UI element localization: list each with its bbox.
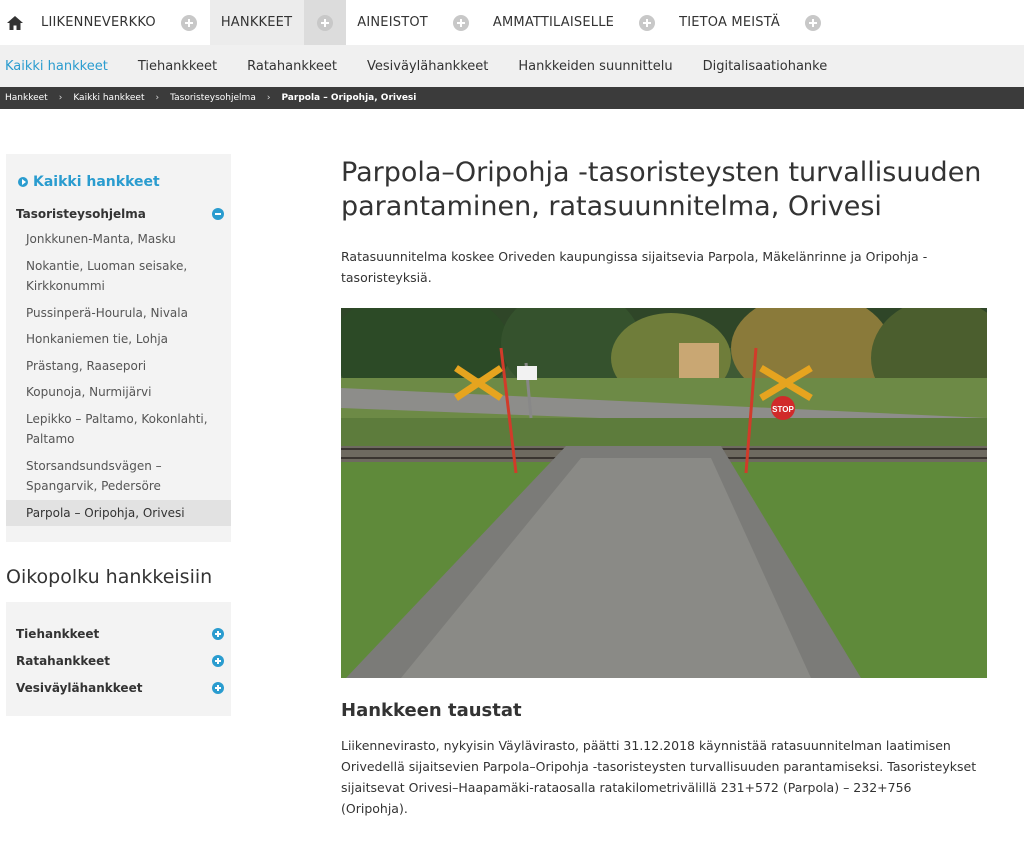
subnav-item-vesivaylahankkeet[interactable]: Vesiväylähankkeet <box>367 59 488 74</box>
shortcut-item-ratahankkeet[interactable]: Ratahankkeet <box>6 647 231 674</box>
sidebar-item[interactable]: Honkaniemen tie, Lohja <box>6 326 231 353</box>
sidebar-item[interactable]: Pussinperä-Hourula, Nivala <box>6 300 231 327</box>
expand-ammattilaiselle-button[interactable] <box>626 0 668 45</box>
expand-plus-icon[interactable] <box>212 654 224 667</box>
breadcrumb-item[interactable]: Tasoristeysohjelma <box>170 93 256 103</box>
sidebar-back-link[interactable]: Kaikki hankkeet <box>6 154 231 194</box>
sidebar-list: Jonkkunen-Manta, Masku Nokantie, Luoman … <box>6 226 231 526</box>
body-paragraph: Liikennevirasto, nykyisin Väylävirasto, … <box>341 738 977 816</box>
topnav-item-ammattilaiselle[interactable]: AMMATTILAISELLE <box>482 0 668 45</box>
sidebar-item[interactable]: Prästang, Raasepori <box>6 353 231 380</box>
level-crossing-photo: STOP <box>341 308 987 678</box>
expand-plus-icon[interactable] <box>212 681 224 694</box>
expand-liikenneverkko-button[interactable] <box>168 0 210 45</box>
plus-icon <box>804 14 821 31</box>
subnav-item-tiehankkeet[interactable]: Tiehankkeet <box>138 59 217 74</box>
plus-icon <box>180 14 197 31</box>
chevron-right-icon: › <box>266 93 271 103</box>
chevron-right-circle-icon <box>18 177 28 187</box>
breadcrumb-item[interactable]: Hankkeet <box>5 93 48 103</box>
expand-plus-icon[interactable] <box>212 627 224 640</box>
breadcrumb-current: Parpola – Oripohja, Orivesi <box>281 93 417 103</box>
breadcrumb: Hankkeet › Kaikki hankkeet › Tasoristeys… <box>0 87 1024 109</box>
topnav-label: HANKKEET <box>220 15 293 30</box>
sidebar-item[interactable]: Kopunoja, Nurmijärvi <box>6 379 231 406</box>
shortcut-label: Vesiväylähankkeet <box>16 680 143 695</box>
shortcut-item-tiehankkeet[interactable]: Tiehankkeet <box>6 620 231 647</box>
sidebar-item-selected[interactable]: Parpola – Oripohja, Orivesi <box>6 499 231 526</box>
plus-icon <box>317 14 334 31</box>
intro-paragraph: Ratasuunnitelma koskee Oriveden kaupungi… <box>341 249 928 285</box>
sidebar-item[interactable]: Lepikko – Paltamo, Kokonlahti, Paltamo <box>6 406 231 453</box>
subnav-item-hankkeiden-suunnittelu[interactable]: Hankkeiden suunnittelu <box>518 59 672 74</box>
topnav-label: AMMATTILAISELLE <box>492 15 615 30</box>
sidebar-back-label: Kaikki hankkeet <box>33 174 160 190</box>
topnav-item-hankkeet[interactable]: HANKKEET <box>209 0 347 45</box>
topnav-item-tietoa-meista[interactable]: TIETOA MEISTÄ <box>668 0 834 45</box>
expand-tietoa-meista-button[interactable] <box>792 0 834 45</box>
sidebar: Kaikki hankkeet Tasoristeysohjelma Jonkk… <box>6 154 231 542</box>
chevron-right-icon: › <box>155 93 160 103</box>
shortcut-item-vesivaylahankkeet[interactable]: Vesiväylähankkeet <box>6 674 231 701</box>
subnav-item-ratahankkeet[interactable]: Ratahankkeet <box>247 59 337 74</box>
sidebar-item[interactable]: Jonkkunen-Manta, Masku <box>6 226 231 253</box>
subnav-item-digitalisaatiohanke[interactable]: Digitalisaatiohanke <box>703 59 828 74</box>
plus-icon <box>452 14 469 31</box>
shortcuts-panel: Tiehankkeet Ratahankkeet Vesiväylähankke… <box>6 602 231 716</box>
chevron-right-icon: › <box>58 93 63 103</box>
shortcuts-title: Oikopolku hankkeisiin <box>6 566 213 588</box>
topnav-label: AINEISTOT <box>357 15 428 30</box>
sidebar-item[interactable]: Storsandsundsvägen – Spangarvik, Pedersö… <box>6 453 231 500</box>
main-content: Parpola–Oripohja -tasoristeysten turvall… <box>341 156 991 819</box>
page-title: Parpola–Oripohja -tasoristeysten turvall… <box>341 157 982 222</box>
shortcut-label: Tiehankkeet <box>16 626 100 641</box>
shortcut-label: Ratahankkeet <box>16 653 111 668</box>
topnav-label: TIETOA MEISTÄ <box>679 15 780 30</box>
topnav-item-liikenneverkko[interactable]: LIIKENNEVERKKO <box>30 0 210 45</box>
stop-sign-text: STOP <box>772 405 794 414</box>
collapse-minus-icon[interactable] <box>212 208 224 220</box>
sidebar-item[interactable]: Nokantie, Luoman seisake, Kirkkonummi <box>6 253 231 300</box>
top-navigation: LIIKENNEVERKKO HANKKEET AINEISTOT AMMATT… <box>0 0 1024 45</box>
sidebar-section-tasoristeysohjelma[interactable]: Tasoristeysohjelma <box>6 194 231 224</box>
plus-icon <box>639 14 656 31</box>
breadcrumb-item[interactable]: Kaikki hankkeet <box>73 93 144 103</box>
subnav-item-kaikki-hankkeet[interactable]: Kaikki hankkeet <box>5 59 108 74</box>
sub-navigation: Kaikki hankkeet Tiehankkeet Ratahankkeet… <box>0 45 1024 87</box>
section-title: Hankkeen taustat <box>341 700 522 721</box>
home-icon[interactable] <box>0 0 30 45</box>
topnav-label: LIIKENNEVERKKO <box>41 15 156 30</box>
topnav-item-aineistot[interactable]: AINEISTOT <box>346 0 482 45</box>
expand-hankkeet-button[interactable] <box>304 0 347 45</box>
sidebar-section-label: Tasoristeysohjelma <box>16 207 146 221</box>
expand-aineistot-button[interactable] <box>440 0 482 45</box>
photo-illustration: STOP <box>341 308 987 678</box>
